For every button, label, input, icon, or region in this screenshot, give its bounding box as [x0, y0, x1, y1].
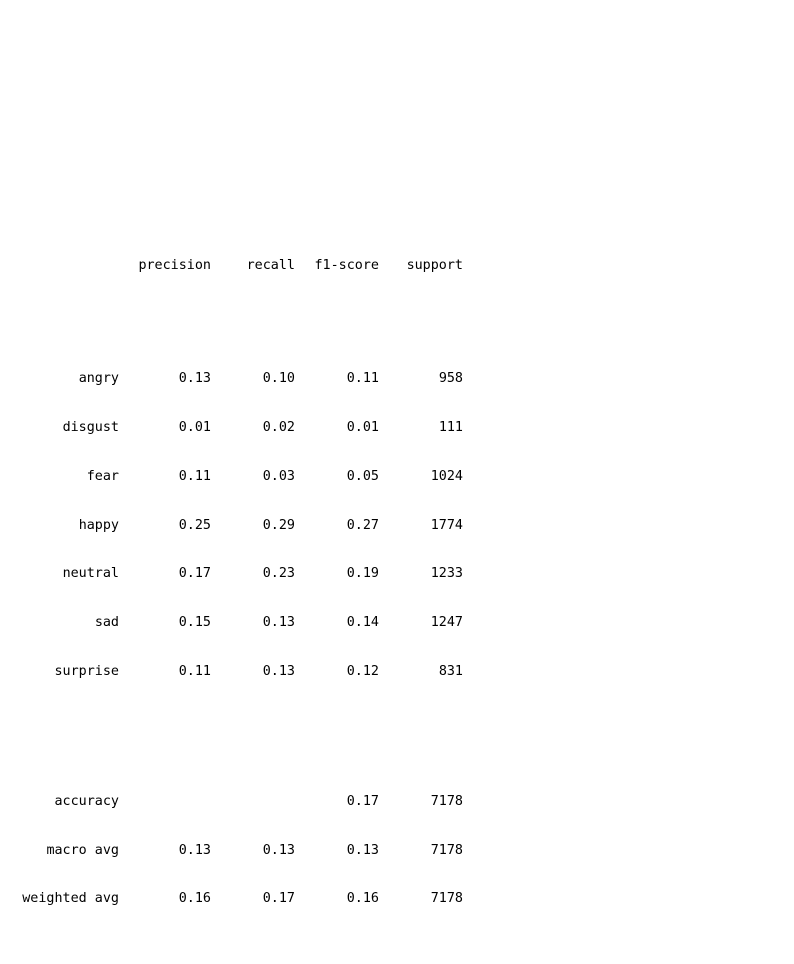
- f1-value: 0.27: [346, 517, 379, 533]
- precision-value: 0.15: [178, 615, 211, 630]
- f1-value: 0.05: [346, 468, 379, 484]
- support-value: 7178: [430, 891, 463, 907]
- recall-value: 0.29: [262, 517, 295, 533]
- f1-value: 0.17: [346, 793, 379, 809]
- recall-value: 0.13: [262, 615, 295, 630]
- support-value: 831: [438, 663, 463, 679]
- support-value: 111: [438, 420, 463, 435]
- precision-value: 0.01: [178, 420, 211, 435]
- row-label: weighted avg: [22, 891, 119, 907]
- f1-value: 0.12: [346, 663, 379, 679]
- f1-value: 0.11: [346, 371, 379, 387]
- recall-value: 0.10: [262, 371, 295, 387]
- f1-value: 0.16: [346, 891, 379, 907]
- classification-report: precision recall f1-score support angry …: [18, 225, 464, 924]
- f1-value: 0.01: [346, 420, 379, 435]
- row-label: happy: [78, 517, 119, 533]
- summary-row-accuracy: accuracy 0.17 7178: [18, 794, 464, 810]
- row-label: neutral: [62, 566, 119, 582]
- recall-value: 0.13: [262, 663, 295, 679]
- row-label: disgust: [62, 420, 119, 435]
- support-value: 1024: [430, 468, 463, 484]
- table-row: disgust 0.01 0.02 0.01 111: [18, 420, 463, 436]
- precision-value: 0.11: [178, 663, 211, 679]
- table-row: neutral 0.17 0.23 0.19 1233: [18, 566, 463, 582]
- f1-value: 0.13: [346, 842, 379, 858]
- header-support: support: [406, 257, 463, 273]
- row-label: sad: [94, 615, 119, 630]
- f1-value: 0.14: [346, 615, 379, 630]
- precision-value: 0.17: [178, 566, 211, 582]
- row-label: surprise: [54, 663, 120, 679]
- recall-value: 0.03: [262, 468, 295, 484]
- recall-value: 0.23: [262, 566, 295, 582]
- header-f1-score: f1-score: [314, 257, 380, 273]
- row-label: macro avg: [46, 842, 119, 858]
- summary-row-macro-avg: macro avg 0.13 0.13 0.13 7178: [18, 843, 463, 859]
- summary-row-weighted-avg: weighted avg 0.16 0.17 0.16 7178: [18, 891, 463, 907]
- header-row: precision recall f1-score support: [18, 258, 463, 274]
- recall-value: 0.13: [262, 842, 295, 858]
- table-row: fear 0.11 0.03 0.05 1024: [18, 469, 463, 485]
- precision-value: 0.16: [178, 891, 211, 907]
- support-value: 958: [438, 371, 463, 387]
- precision-value: 0.13: [178, 371, 211, 387]
- table-row: surprise 0.11 0.13 0.12 831: [18, 664, 464, 680]
- support-value: 1247: [430, 615, 463, 630]
- precision-value: 0.25: [178, 517, 211, 533]
- support-value: 1774: [430, 517, 463, 533]
- support-value: 7178: [430, 793, 463, 809]
- table-row: sad 0.15 0.13 0.14 1247: [18, 615, 463, 631]
- table-row: angry 0.13 0.10 0.11 958: [18, 371, 463, 387]
- row-label: accuracy: [54, 793, 120, 809]
- header-recall: recall: [246, 257, 295, 273]
- table-row: happy 0.25 0.29 0.27 1774: [18, 518, 463, 534]
- support-value: 1233: [430, 566, 463, 582]
- recall-value: 0.17: [262, 891, 295, 907]
- precision-value: 0.13: [178, 842, 211, 858]
- row-label: angry: [78, 371, 119, 387]
- support-value: 7178: [430, 842, 463, 858]
- header-precision: precision: [138, 257, 211, 273]
- row-label: fear: [86, 468, 119, 484]
- f1-value: 0.19: [346, 566, 379, 582]
- precision-value: 0.11: [178, 468, 211, 484]
- recall-value: 0.02: [262, 420, 295, 435]
